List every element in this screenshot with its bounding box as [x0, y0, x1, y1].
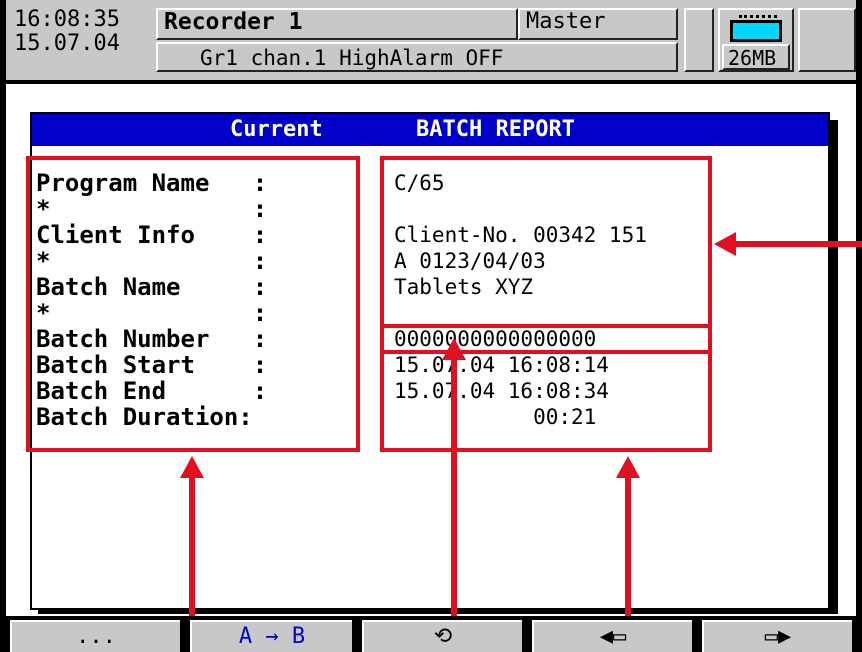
more-softkey[interactable]: ... — [10, 620, 180, 652]
times-highlight-box — [380, 350, 712, 452]
left-border — [0, 0, 6, 652]
refresh-softkey[interactable]: ⟲ — [362, 620, 522, 652]
status-message: Gr1 chan.1 HighAlarm OFF — [156, 42, 678, 72]
clock-time: 16:08:35 — [14, 8, 150, 34]
dialog-title-bar: Current BATCH REPORT — [32, 114, 828, 146]
clock-date: 15.07.04 — [14, 32, 150, 58]
dialog-shadow-right — [830, 120, 838, 614]
dialog-title-current: Current — [230, 117, 323, 142]
dialog-title-report: BATCH REPORT — [416, 117, 575, 142]
annotation-arrow-left — [714, 232, 736, 256]
recorder-name[interactable]: Recorder 1 — [156, 8, 518, 40]
more-icon: ... — [76, 624, 116, 649]
labels-highlight-box — [26, 156, 360, 452]
scroll-left-icon: ◀▭ — [599, 624, 627, 649]
annotation-arrow-batch-number — [442, 338, 466, 360]
right-border — [856, 0, 862, 652]
copy-softkey[interactable]: A → B — [190, 620, 352, 652]
copy-a-to-b-icon: A → B — [238, 624, 306, 649]
annotation-arrow-left-line — [734, 241, 862, 247]
annotation-arrow-batch-number-line — [451, 358, 457, 652]
annotation-arrow-labels — [180, 456, 204, 478]
status-bar: 16:08:35 15.07.04 Recorder 1 Master Gr1 … — [6, 0, 856, 84]
status-slot — [684, 8, 714, 72]
memory-card-icon — [730, 15, 782, 42]
rotate-icon: ⟲ — [433, 624, 453, 649]
scroll-right-softkey[interactable]: ▭▶ — [702, 620, 852, 652]
master-label[interactable]: Master — [518, 8, 678, 40]
annotation-arrow-times — [616, 456, 640, 478]
status-slot-right — [798, 8, 856, 72]
scroll-left-softkey[interactable]: ◀▭ — [532, 620, 692, 652]
recorder-screen: 16:08:35 15.07.04 Recorder 1 Master Gr1 … — [0, 0, 862, 652]
scroll-right-icon: ▭▶ — [764, 624, 792, 649]
memory-size: 26MB — [722, 44, 790, 70]
info-highlight-box — [380, 156, 712, 328]
